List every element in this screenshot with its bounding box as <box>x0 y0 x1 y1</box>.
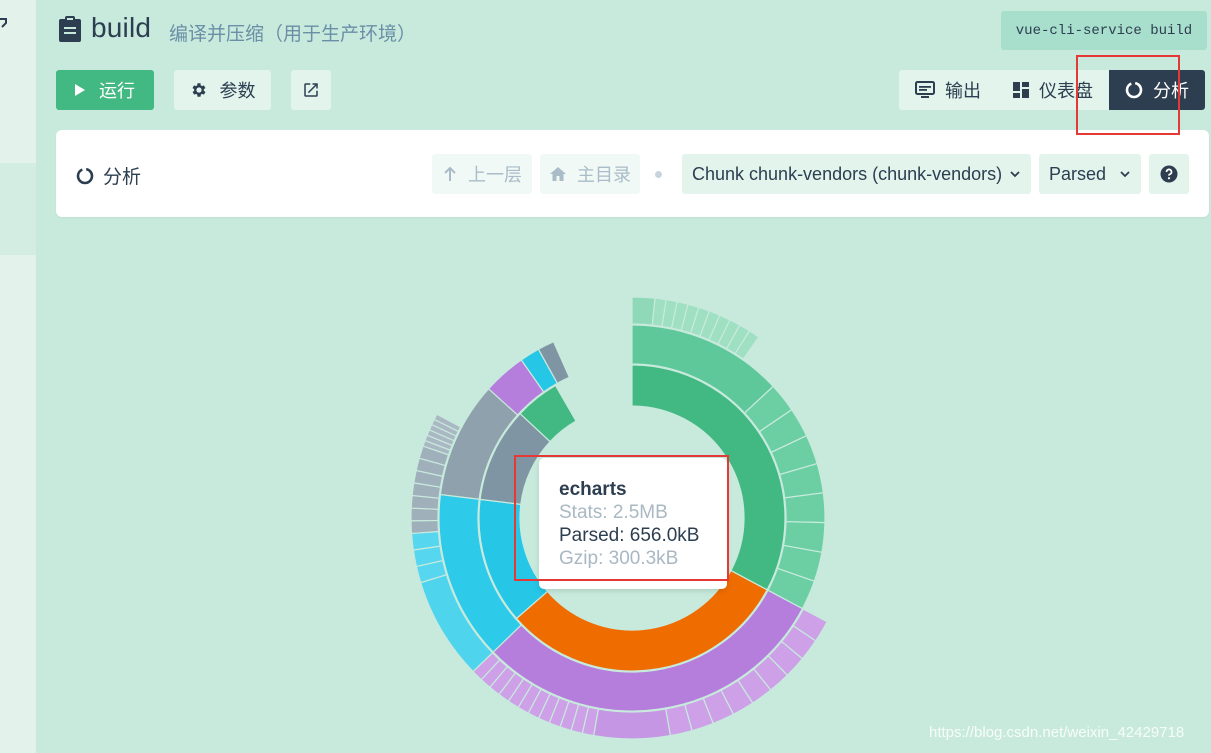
tooltip-module-name: echarts <box>559 479 627 500</box>
tooltip-stats-size: Stats: 2.5MB <box>559 502 668 523</box>
sunburst-segment-green-2-small[interactable] <box>784 492 826 524</box>
sunburst-chart[interactable] <box>0 0 1211 753</box>
tooltip-parsed-size: Parsed: 656.0kB <box>559 525 700 546</box>
tooltip-gzip-size: Gzip: 300.3kB <box>559 548 679 569</box>
sunburst-segment-green-3[interactable] <box>631 296 656 326</box>
sunburst-segment-cyan-3-small[interactable] <box>410 530 441 551</box>
segment-tooltip: echarts Stats: 2.5MB Parsed: 656.0kB Gzi… <box>539 458 727 589</box>
sunburst-segment-gray-3[interactable] <box>410 507 439 522</box>
sunburst-segment-purple-3-wide[interactable] <box>592 708 672 740</box>
watermark: https://blog.csdn.net/weixin_42429718 <box>929 724 1185 741</box>
sunburst-segment-gray-3[interactable] <box>410 519 440 535</box>
